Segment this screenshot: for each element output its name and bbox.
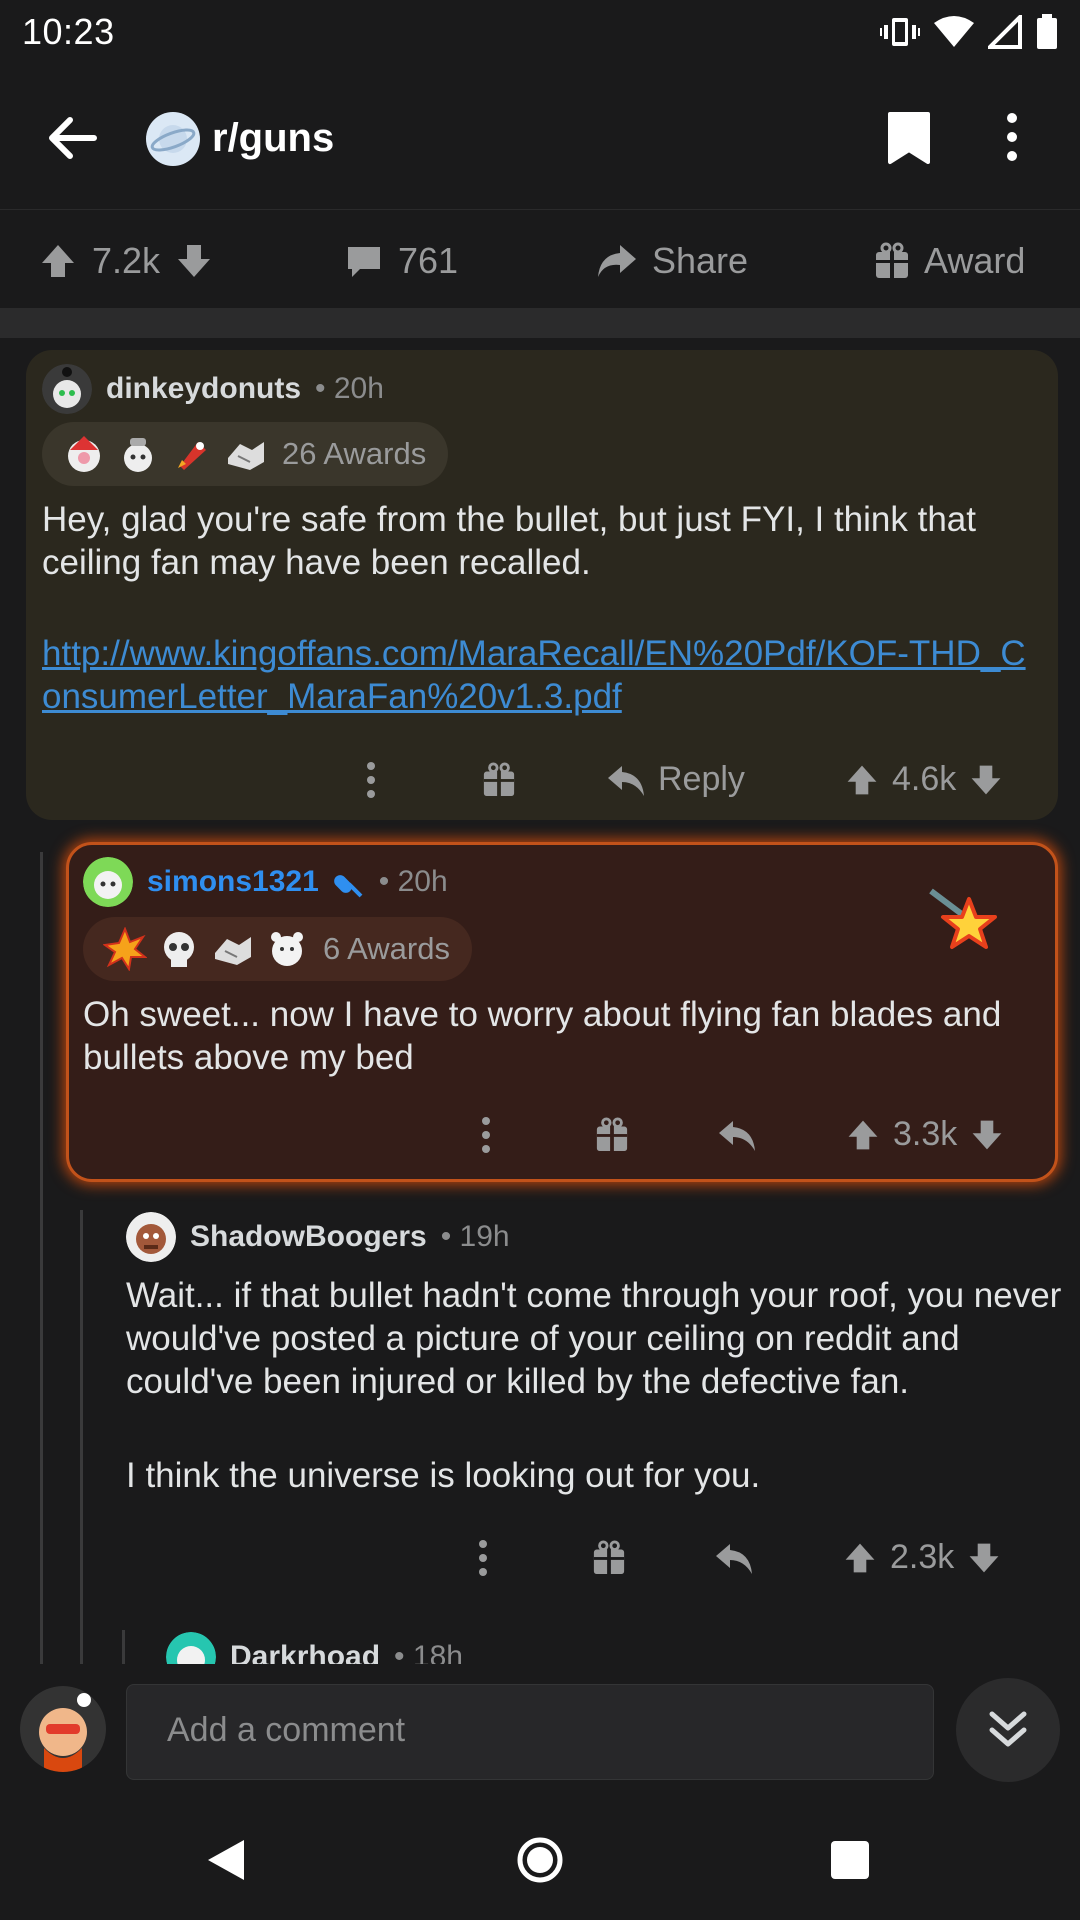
status-time: 10:23 xyxy=(22,11,115,52)
comment-vote-group: 2.3k xyxy=(842,1538,1002,1577)
signal-icon xyxy=(988,15,1022,49)
comment-card: ShadowBoogers • 19h Wait... if that bull… xyxy=(120,1200,1070,1580)
next-comment-button[interactable] xyxy=(956,1678,1060,1782)
comment-count: 761 xyxy=(398,240,459,281)
reply-label: Reply xyxy=(658,760,745,798)
comment-card: dinkeydonuts • 20h 26 Awards Hey, glad y… xyxy=(26,350,1058,820)
downvote-icon[interactable] xyxy=(966,1539,1002,1577)
comment-composer: Add a comment xyxy=(0,1664,1080,1800)
user-avatar-icon xyxy=(20,1686,106,1772)
status-icons xyxy=(880,14,1058,50)
comment-bubble-icon xyxy=(348,247,380,277)
subreddit-name[interactable]: r/guns xyxy=(212,116,334,161)
post-score: 7.2k xyxy=(92,240,161,281)
comment-actions: 3.3k xyxy=(69,845,1061,1185)
reply-arrow-icon xyxy=(608,765,644,796)
gift-icon[interactable] xyxy=(592,1540,626,1576)
planet-icon xyxy=(150,125,196,153)
share-label: Share xyxy=(652,240,749,281)
upvote-icon[interactable] xyxy=(842,1539,878,1577)
downvote-icon[interactable] xyxy=(968,761,1004,799)
comment-header: Darkrhoad • 18h xyxy=(166,1632,463,1664)
reply-arrow-icon[interactable] xyxy=(714,1540,754,1576)
thread-line xyxy=(122,1630,125,1664)
reply-arrow-icon[interactable] xyxy=(717,1117,757,1153)
wifi-icon xyxy=(934,16,974,47)
comment-card-highlighted: simons1321 • 20h 6 Awards Oh sweet... no… xyxy=(66,842,1058,1182)
bookmark-icon[interactable] xyxy=(886,110,932,166)
share-button[interactable]: Share xyxy=(594,240,748,282)
downvote-icon[interactable] xyxy=(174,241,214,281)
reply-button[interactable]: Reply xyxy=(606,760,745,799)
comment-username[interactable]: Darkrhoad xyxy=(230,1640,380,1664)
comment-score: 3.3k xyxy=(893,1115,958,1153)
upvote-icon[interactable] xyxy=(845,1116,881,1154)
comment-vote-group: 4.6k xyxy=(844,760,1004,799)
gift-icon[interactable] xyxy=(595,1117,629,1153)
upvote-icon[interactable] xyxy=(844,761,880,799)
thread-line xyxy=(40,852,43,1664)
system-nav-bar xyxy=(0,1800,1080,1920)
back-arrow-icon[interactable] xyxy=(44,110,100,166)
comment-actions: 2.3k xyxy=(120,1200,1070,1580)
app-bar: r/guns xyxy=(0,64,1080,210)
subreddit-avatar[interactable] xyxy=(146,112,200,166)
comment-card-partial: Darkrhoad • 18h xyxy=(166,1628,966,1664)
my-avatar[interactable] xyxy=(20,1686,106,1772)
double-chevron-down-icon xyxy=(989,1711,1027,1747)
more-options-icon[interactable] xyxy=(366,762,376,798)
post-vote-group: 7.2k xyxy=(38,240,214,282)
comment-input-placeholder: Add a comment xyxy=(167,1711,406,1749)
recents-square-icon[interactable] xyxy=(830,1840,870,1880)
status-bar: 10:23 xyxy=(0,0,1080,64)
more-options-icon[interactable] xyxy=(481,1117,491,1153)
downvote-icon[interactable] xyxy=(969,1116,1005,1154)
overflow-menu-icon[interactable] xyxy=(1006,112,1018,162)
home-circle-icon[interactable] xyxy=(516,1836,564,1884)
post-action-bar: 7.2k 761 Share Award xyxy=(0,212,1080,308)
upvote-icon[interactable] xyxy=(38,241,78,281)
award-button[interactable]: Award xyxy=(874,240,1025,282)
thread-line xyxy=(80,1210,83,1664)
share-arrow-icon xyxy=(598,245,636,277)
more-options-icon[interactable] xyxy=(478,1540,488,1576)
award-label: Award xyxy=(924,240,1026,281)
comment-input[interactable]: Add a comment xyxy=(126,1684,934,1780)
avatar[interactable] xyxy=(166,1632,216,1664)
comment-actions: Reply 4.6k xyxy=(26,350,1058,820)
comment-score: 4.6k xyxy=(892,760,957,798)
comment-score: 2.3k xyxy=(890,1538,955,1576)
comment-vote-group: 3.3k xyxy=(845,1115,1005,1154)
gift-icon xyxy=(876,242,908,278)
comment-age: • 18h xyxy=(394,1640,463,1664)
gift-icon[interactable] xyxy=(482,762,516,798)
section-divider xyxy=(0,308,1080,338)
snoo-avatar-icon xyxy=(166,1632,216,1664)
battery-icon xyxy=(1037,14,1057,49)
vibrate-icon xyxy=(880,18,920,46)
comments-button[interactable]: 761 xyxy=(344,240,458,282)
back-triangle-icon[interactable] xyxy=(206,1838,246,1882)
